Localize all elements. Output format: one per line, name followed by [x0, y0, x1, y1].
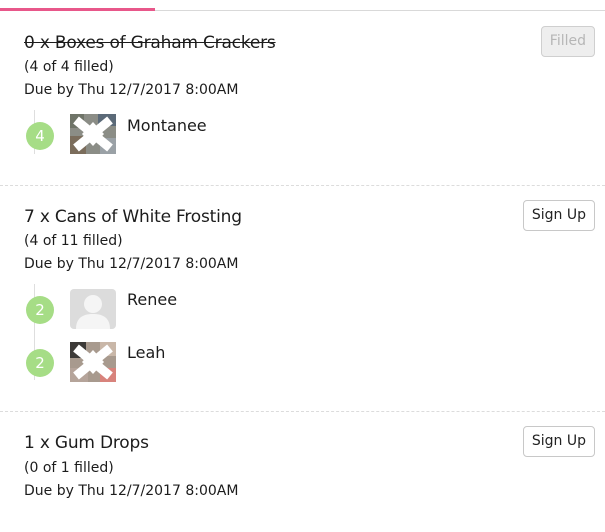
signup-name: Leah: [127, 343, 166, 362]
top-tab-bar: [0, 0, 605, 11]
item-title: 7 x Cans of White Frosting: [24, 207, 242, 227]
signup-count-badge: 2: [26, 349, 54, 377]
item-filled-count: (0 of 1 filled): [24, 460, 114, 476]
signup-count-badge: 2: [26, 296, 54, 324]
item-title: 0 x Boxes of Graham Crackers: [24, 33, 276, 53]
item-due-date: Due by Thu 12/7/2017 8:00AM: [24, 256, 239, 272]
item-filled-count: (4 of 4 filled): [24, 59, 114, 75]
signup-name: Montanee: [127, 116, 207, 135]
user-avatar: [70, 342, 116, 382]
item-divider: [0, 411, 605, 412]
item-title: 1 x Gum Drops: [24, 433, 149, 453]
signup-count-badge: 4: [26, 122, 54, 150]
item-filled-count: (4 of 11 filled): [24, 233, 123, 249]
active-tab-indicator: [0, 8, 155, 11]
signup-name: Renee: [127, 290, 178, 309]
item-due-date: Due by Thu 12/7/2017 8:00AM: [24, 483, 239, 499]
filled-button[interactable]: Filled: [540, 26, 595, 57]
default-person-avatar-icon: [70, 289, 116, 329]
sign-up-button[interactable]: Sign Up: [522, 200, 595, 231]
item-divider: [0, 185, 605, 186]
item-due-date: Due by Thu 12/7/2017 8:00AM: [24, 82, 239, 98]
user-avatar: [70, 114, 116, 154]
sign-up-button[interactable]: Sign Up: [522, 426, 595, 457]
